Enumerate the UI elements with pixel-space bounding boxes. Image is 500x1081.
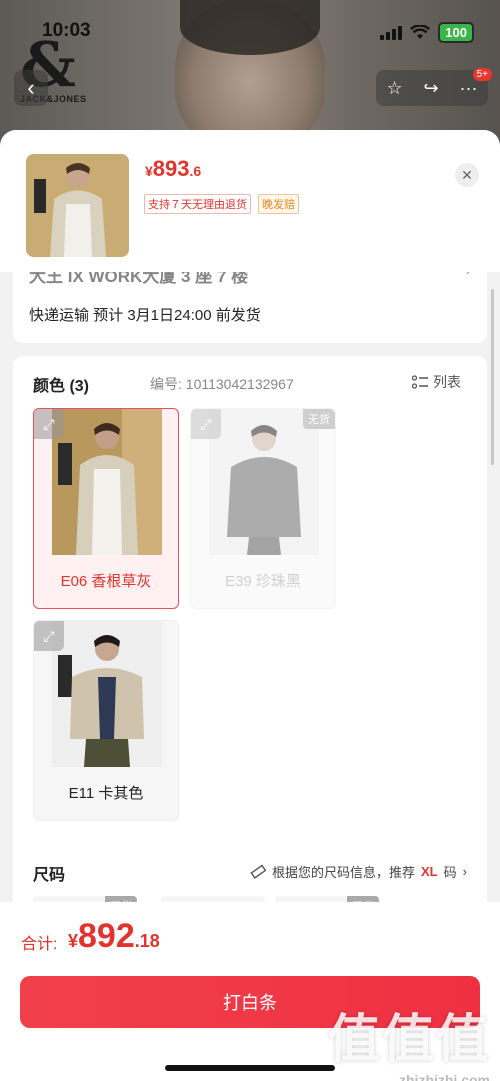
- variant-image-e39: [209, 409, 319, 555]
- variant-image-e11: [52, 621, 162, 767]
- back-button[interactable]: ‹: [14, 70, 48, 106]
- variant-label: E06 香根草灰: [60, 573, 152, 590]
- color-section-title: 颜色 (3): [33, 378, 90, 395]
- list-icon: [412, 375, 428, 389]
- product-thumbnail[interactable]: [26, 154, 129, 257]
- variant-label: E11 卡其色: [68, 785, 144, 802]
- shipping-estimate: 快递运输 预计 3月1日24:00 前发货: [29, 307, 261, 324]
- selected-price: ¥893.6: [145, 156, 201, 182]
- ruler-icon: [250, 864, 266, 879]
- chevron-left-icon: ‹: [27, 75, 35, 100]
- chevron-right-icon: ›: [462, 864, 467, 879]
- return-policy-tag: 支持７天无理由退货: [144, 194, 251, 214]
- list-view-toggle[interactable]: 列表: [412, 372, 461, 392]
- status-time: 10:03: [42, 20, 91, 41]
- top-action-bar: ☆ ↪ ···: [376, 70, 488, 106]
- late-delivery-tag: 晚发赔: [258, 194, 299, 214]
- size-recommendation[interactable]: 根据您的尺码信息，推荐 XL 码 ›: [250, 862, 467, 881]
- product-thumbnail-image: [26, 154, 129, 257]
- watermark-sub: zhizhizhi.com: [399, 1072, 490, 1081]
- site-watermark: 值值值 zhizhizhi.com: [328, 997, 490, 1081]
- checkout-bar: 合计: ¥892.18 打白条 值值值 zhizhizhi.com: [0, 902, 500, 1081]
- size-rec-suffix: 码: [443, 865, 457, 880]
- home-indicator[interactable]: [165, 1065, 335, 1071]
- list-toggle-label: 列表: [433, 374, 461, 390]
- color-variant-e11[interactable]: ⤢ E11 卡其色: [33, 620, 179, 821]
- size-rec-prefix: 根据您的尺码信息，推荐: [272, 865, 416, 880]
- total-label: 合计:: [21, 936, 58, 953]
- scrollbar[interactable]: [491, 289, 494, 465]
- sold-out-badge: 无货: [303, 409, 335, 429]
- wifi-icon: [410, 25, 431, 39]
- variant-label: E39 珍珠黑: [225, 573, 301, 590]
- price-decimal: .6: [189, 163, 202, 179]
- size-rec-value: XL: [421, 864, 438, 879]
- buy-button-label: 打白条: [223, 993, 277, 1013]
- star-icon[interactable]: ☆: [386, 78, 402, 99]
- status-bar: 10:03 100: [0, 18, 500, 48]
- status-indicators: 100: [380, 22, 474, 43]
- expand-icon[interactable]: ⤢: [34, 621, 64, 651]
- message-badge: 5+: [472, 68, 492, 81]
- close-icon: ✕: [461, 166, 473, 183]
- expand-icon[interactable]: ⤢: [34, 409, 64, 439]
- price-integer: 893: [152, 156, 190, 181]
- size-section-title: 尺码: [33, 867, 66, 884]
- total-amount: ¥892.18: [68, 917, 160, 956]
- product-code: 编号: 10113042132967: [150, 376, 294, 392]
- battery-indicator: 100: [438, 22, 474, 43]
- expand-icon[interactable]: ⤢: [191, 409, 221, 439]
- total-decimal: .18: [134, 931, 160, 951]
- cellular-signal-icon: [380, 25, 403, 40]
- variant-image-e06: [52, 409, 162, 555]
- close-button[interactable]: ✕: [455, 163, 479, 187]
- more-icon[interactable]: ···: [460, 78, 478, 99]
- sheet-header: ¥893.6 支持７天无理由退货 晚发赔 ✕: [0, 130, 500, 272]
- color-variant-e39[interactable]: ⤢ 无货 E39 珍珠黑: [190, 408, 336, 609]
- price-currency: ¥: [145, 163, 153, 179]
- total-currency: ¥: [68, 931, 79, 951]
- share-icon[interactable]: ↪: [424, 78, 439, 99]
- total-integer: 892: [78, 917, 135, 955]
- watermark-main: 值值值: [327, 1009, 490, 1070]
- color-variant-e06[interactable]: ⤢ E06 香根草灰: [33, 408, 179, 609]
